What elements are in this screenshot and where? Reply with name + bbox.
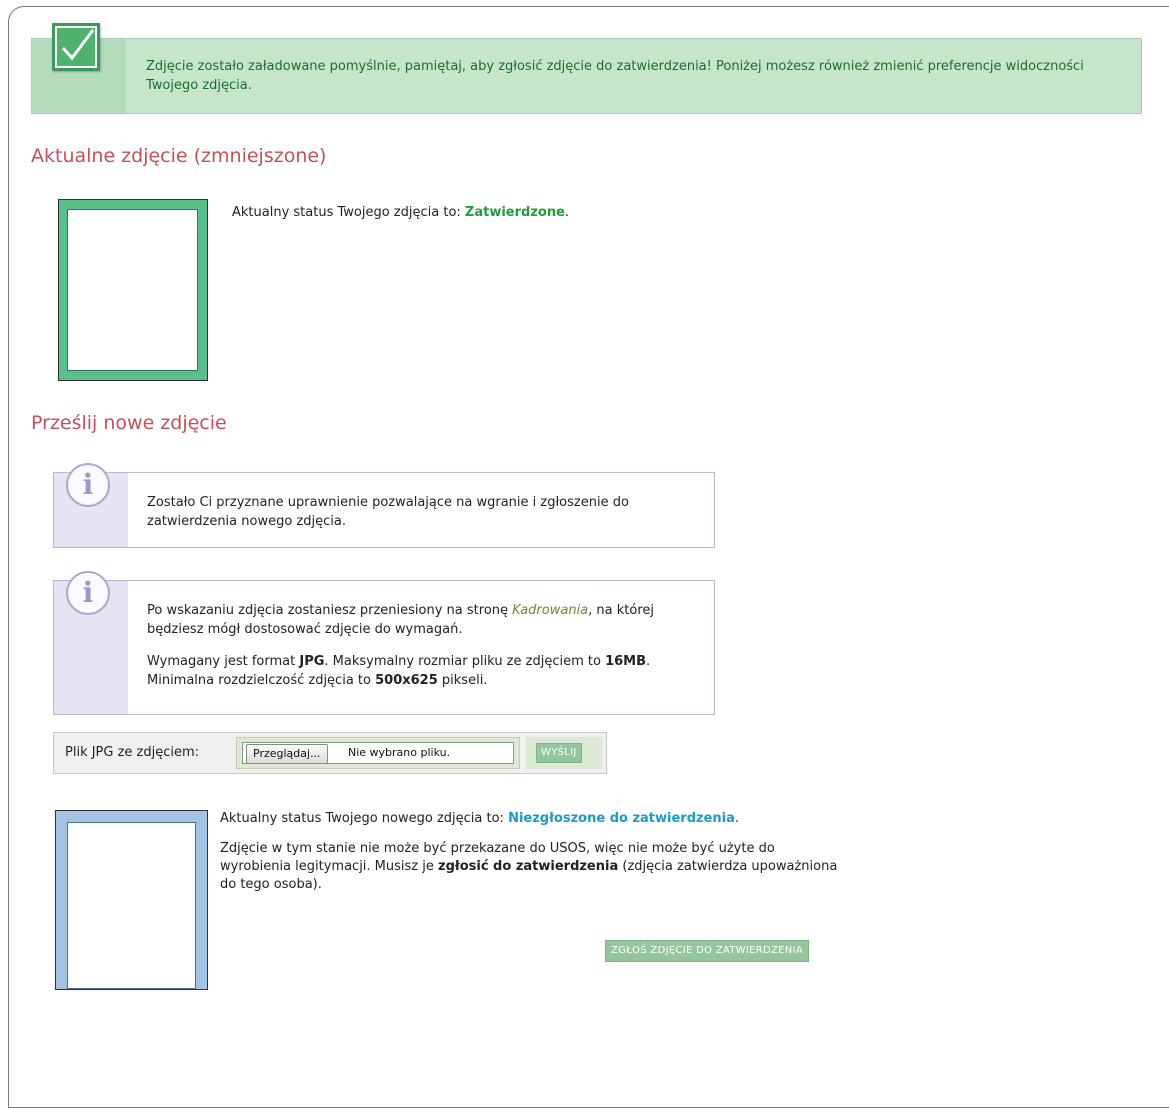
note-submit-emphasis: zgłosić do zatwierdzenia xyxy=(438,859,619,874)
current-photo-thumbnail xyxy=(58,199,208,381)
status-suffix: . xyxy=(564,205,570,220)
cropping-note-start: Po wskazaniu zdjęcia zostaniesz przenies… xyxy=(147,603,513,618)
cropping-link[interactable]: Kadrowania xyxy=(512,603,588,618)
info-permission-text: Zostało Ci przyznane uprawnienie pozwala… xyxy=(147,495,629,529)
browse-button[interactable]: Przeglądaj... xyxy=(246,744,328,764)
info-icon: i xyxy=(66,463,110,507)
submit-for-approval-button[interactable]: ZGŁOŚ ZDJĘCIE DO ZATWIERDZENIA xyxy=(605,940,809,962)
requirements-note: Wymagany jest format JPG. Maksymalny roz… xyxy=(147,652,707,690)
new-photo-image xyxy=(67,822,196,989)
current-photo-heading: Aktualne zdjęcie (zmniejszone) xyxy=(31,145,327,167)
new-photo-info: Aktualny status Twojego nowego zdjęcia t… xyxy=(220,810,840,906)
new-status-suffix: . xyxy=(734,811,740,826)
req-text-b: . Maksymalny rozmiar pliku ze zdjęciem t… xyxy=(324,654,606,669)
new-photo-status: Aktualny status Twojego nowego zdjęcia t… xyxy=(220,810,840,828)
req-format: JPG xyxy=(299,654,325,669)
info-icon: i xyxy=(66,571,110,615)
upload-form: Plik JPG ze zdjęciem: Przeglądaj... Nie … xyxy=(53,732,607,774)
new-status-prefix: Aktualny status Twojego nowego zdjęcia t… xyxy=(220,811,509,826)
no-file-text: Nie wybrano pliku. xyxy=(348,746,451,759)
req-min-resolution: 500x625 xyxy=(375,673,438,688)
current-photo-status: Aktualny status Twojego zdjęcia to: Zatw… xyxy=(232,205,569,220)
upload-photo-heading: Prześlij nowe zdjęcie xyxy=(31,412,227,434)
info-requirements-text: Po wskazaniu zdjęcia zostaniesz przenies… xyxy=(147,601,707,703)
file-input-wrap: Przeglądaj... Nie wybrano pliku. xyxy=(236,737,520,769)
status-value-not-submitted: Niezgłoszone do zatwierdzenia xyxy=(508,811,735,826)
success-banner: Zdjęcie zostało załadowane pomyślnie, pa… xyxy=(31,23,1142,114)
success-message: Zdjęcie zostało załadowane pomyślnie, pa… xyxy=(146,59,1084,93)
file-input[interactable]: Przeglądaj... Nie wybrano pliku. xyxy=(242,742,514,764)
cropping-note: Po wskazaniu zdjęcia zostaniesz przenies… xyxy=(147,601,707,639)
current-photo-image xyxy=(67,209,198,371)
new-photo-note: Zdjęcie w tym stanie nie może być przeka… xyxy=(220,840,840,894)
status-value-approved: Zatwierdzone xyxy=(464,205,565,220)
status-prefix: Aktualny status Twojego zdjęcia to: xyxy=(232,205,465,220)
req-max-size: 16MB xyxy=(605,654,646,669)
send-button-wrap: WYŚLIJ xyxy=(526,737,602,769)
checkmark-icon xyxy=(52,23,100,71)
req-text-d: pikseli. xyxy=(437,673,488,688)
file-label: Plik JPG ze zdjęciem: xyxy=(65,745,200,760)
new-photo-thumbnail xyxy=(55,810,208,990)
req-text-a: Wymagany jest format xyxy=(147,654,300,669)
send-button[interactable]: WYŚLIJ xyxy=(536,743,582,763)
info-box-permission: i Zostało Ci przyznane uprawnienie pozwa… xyxy=(53,463,715,548)
info-box-requirements: i Po wskazaniu zdjęcia zostaniesz przeni… xyxy=(53,571,715,715)
